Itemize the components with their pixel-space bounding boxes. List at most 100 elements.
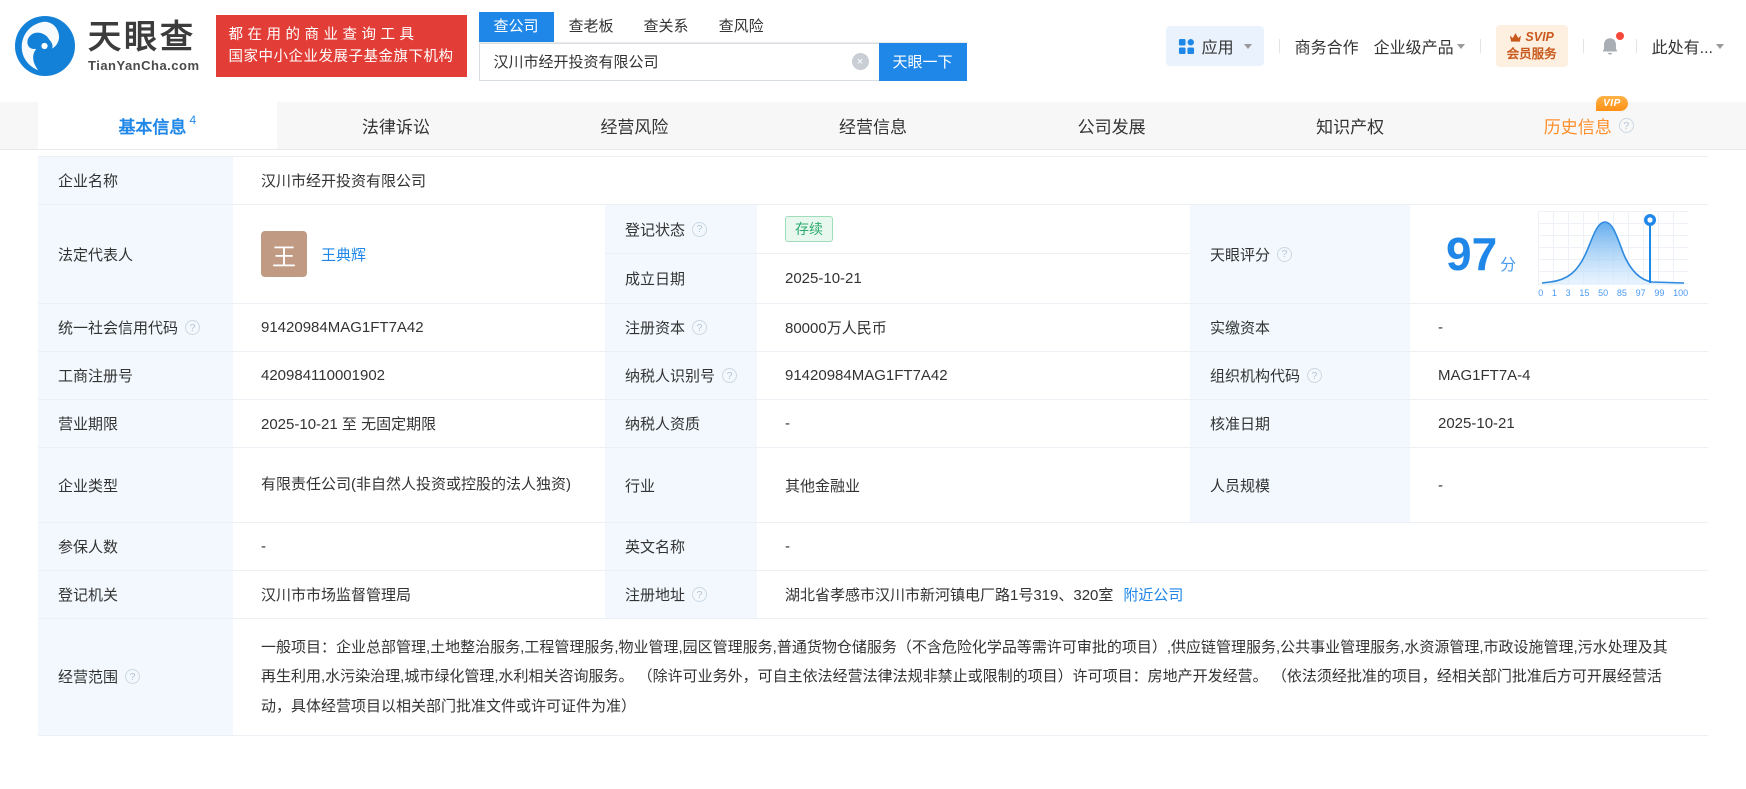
- user-name: 此处有...: [1651, 40, 1713, 57]
- table-row-reg-number: 工商注册号 420984110001902 纳税人识别号 91420984MAG…: [38, 352, 1708, 400]
- tab-operating-risk[interactable]: 经营风险: [515, 102, 754, 149]
- reg-number-value: 420984110001902: [261, 367, 386, 384]
- org-code-label: 组织机构代码: [1190, 352, 1410, 399]
- legal-rep-avatar[interactable]: 王: [261, 231, 307, 277]
- tab-label: 法律诉讼: [361, 118, 430, 137]
- search-input-wrap: [478, 42, 879, 81]
- insured-count-value: -: [261, 538, 266, 555]
- tab-label: 经营信息: [839, 118, 908, 137]
- svip-line1: SVIP: [1525, 30, 1554, 45]
- tab-label: 历史信息: [1543, 118, 1612, 137]
- nav-divider: [1278, 39, 1280, 53]
- table-row-company-type: 企业类型 有限责任公司(非自然人投资或控股的法人独资) 行业 其他金融业 人员规…: [38, 448, 1708, 523]
- table-row-credit-code: 统一社会信用代码 91420984MAG1FT7A42 注册资本 80000万人…: [38, 304, 1708, 352]
- tab-intellectual-property[interactable]: 知识产权: [1231, 102, 1470, 149]
- paid-capital-value: -: [1438, 319, 1443, 336]
- nav-business-cooperation[interactable]: 商务合作: [1295, 34, 1359, 58]
- brand-domain: TianYanCha.com: [88, 57, 200, 73]
- search-tab-relation[interactable]: 查关系: [629, 12, 704, 42]
- score-value: 97: [1446, 228, 1498, 280]
- table-row-reg-authority: 登记机关 汉川市市场监督管理局 注册地址 湖北省孝感市汉川市新河镇电厂路1号31…: [38, 571, 1708, 619]
- apps-menu-label: 应用: [1201, 40, 1234, 57]
- tab-label: 知识产权: [1316, 118, 1385, 137]
- table-row-reg-status: 登记状态 存续: [605, 205, 1190, 254]
- reg-address-label: 注册地址: [605, 571, 757, 618]
- reg-capital-label: 注册资本: [605, 304, 757, 351]
- score-curve: [1538, 210, 1689, 285]
- industry-value: 其他金融业: [785, 477, 861, 495]
- nav-divider: [1635, 39, 1637, 53]
- help-icon[interactable]: [1618, 118, 1634, 133]
- tab-label: 基本信息: [118, 118, 187, 137]
- help-icon[interactable]: [692, 587, 708, 602]
- table-row-business-term: 营业期限 2025-10-21 至 无固定期限 纳税人资质 - 核准日期 202…: [38, 400, 1708, 448]
- help-icon[interactable]: [692, 221, 708, 237]
- business-term-label: 营业期限: [38, 400, 233, 447]
- help-icon[interactable]: [1307, 368, 1323, 383]
- org-code-value: MAG1FT7A-4: [1438, 367, 1531, 384]
- score-label: 天眼评分: [1190, 205, 1410, 303]
- credit-code-label: 统一社会信用代码: [38, 304, 233, 351]
- reg-capital-value: 80000万人民币: [785, 320, 887, 337]
- tab-operating-info[interactable]: 经营信息: [754, 102, 993, 149]
- company-name-value: 汉川市经开投资有限公司: [261, 173, 427, 190]
- clear-search-icon[interactable]: [851, 53, 869, 70]
- tab-company-development[interactable]: 公司发展: [992, 102, 1231, 149]
- table-row-business-scope: 经营范围 一般项目：企业总部管理,土地整治服务,工程管理服务,物业管理,园区管理…: [38, 619, 1708, 736]
- notifications-bell-icon[interactable]: [1599, 31, 1624, 58]
- approval-date-label: 核准日期: [1190, 400, 1410, 447]
- table-row-legal-rep: 法定代表人 王 王典辉 登记状态 存续 成立日期 2025-10-21 天眼评分: [38, 205, 1708, 304]
- help-icon[interactable]: [125, 669, 141, 685]
- tab-history-info[interactable]: 历史信息 VIP: [1469, 96, 1708, 149]
- help-icon[interactable]: [1277, 246, 1293, 262]
- nav-enterprise-products[interactable]: 企业级产品: [1374, 34, 1465, 58]
- nav-enterprise-label: 企业级产品: [1373, 40, 1454, 57]
- help-icon[interactable]: [722, 368, 738, 383]
- promo-banner: 都在用的商业查询工具 国家中小企业发展子基金旗下机构: [215, 14, 467, 78]
- legal-rep-name-link[interactable]: 王典辉: [321, 244, 366, 265]
- staff-size-label: 人员规模: [1190, 448, 1410, 522]
- tab-label: 经营风险: [600, 118, 669, 137]
- score-cell: 97 分 0 1 3 15 50 85 97 99 100: [1410, 205, 1708, 303]
- svip-line2: 会员服务: [1506, 47, 1557, 61]
- help-icon[interactable]: [692, 320, 708, 335]
- table-row-company-name: 企业名称 汉川市经开投资有限公司: [38, 157, 1708, 205]
- paid-capital-label: 实缴资本: [1190, 304, 1410, 351]
- reg-status-badge: 存续: [785, 216, 833, 242]
- taxpayer-quality-label: 纳税人资质: [605, 400, 757, 447]
- tab-label: 公司发展: [1077, 118, 1146, 137]
- tianyancha-logo-icon: [14, 15, 76, 77]
- company-name-label: 企业名称: [38, 157, 233, 204]
- taxpayer-id-value: 91420984MAG1FT7A42: [785, 367, 948, 384]
- score-chart: 0 1 3 15 50 85 97 99 100: [1538, 210, 1689, 298]
- english-name-label: 英文名称: [605, 523, 757, 570]
- company-type-label: 企业类型: [38, 448, 233, 522]
- tab-basic-info[interactable]: 基本信息 4: [38, 102, 277, 149]
- establish-date-label: 成立日期: [605, 254, 757, 303]
- nearby-companies-link[interactable]: 附近公司: [1123, 584, 1183, 605]
- industry-label: 行业: [605, 448, 757, 522]
- table-row-establish-date: 成立日期 2025-10-21: [605, 254, 1190, 303]
- brand-name: 天眼查: [88, 17, 196, 55]
- basic-info-table: 企业名称 汉川市经开投资有限公司 法定代表人 王 王典辉 登记状态 存续 成立日…: [38, 156, 1708, 736]
- help-icon[interactable]: [185, 320, 201, 335]
- business-scope-label: 经营范围: [38, 619, 233, 735]
- apps-menu-button[interactable]: 应用: [1165, 26, 1264, 66]
- reg-address-cell: 湖北省孝感市汉川市新河镇电厂路1号319、320室 附近公司: [757, 571, 1708, 618]
- business-scope-value: 一般项目：企业总部管理,土地整治服务,工程管理服务,物业管理,园区管理服务,普通…: [261, 639, 1668, 715]
- search-tab-company[interactable]: 查公司: [478, 11, 554, 42]
- search-input[interactable]: [491, 52, 852, 71]
- taxpayer-quality-value: -: [785, 415, 790, 432]
- search-tab-risk[interactable]: 查风险: [704, 12, 779, 42]
- nav-divider: [1479, 39, 1481, 53]
- reg-number-label: 工商注册号: [38, 352, 233, 399]
- staff-size-value: -: [1438, 476, 1443, 494]
- tianyancha-logo[interactable]: 天眼查 TianYanCha.com: [14, 15, 200, 77]
- vip-badge: VIP: [1596, 96, 1628, 111]
- tab-legal-proceedings[interactable]: 法律诉讼: [277, 102, 516, 149]
- svip-membership-badge[interactable]: SVIP 会员服务: [1495, 25, 1568, 67]
- search-tab-boss[interactable]: 查老板: [554, 12, 629, 42]
- promo-line2: 国家中小企业发展子基金旗下机构: [228, 49, 454, 65]
- search-button[interactable]: 天眼一下: [878, 42, 967, 81]
- user-account-menu[interactable]: 此处有...: [1652, 34, 1724, 58]
